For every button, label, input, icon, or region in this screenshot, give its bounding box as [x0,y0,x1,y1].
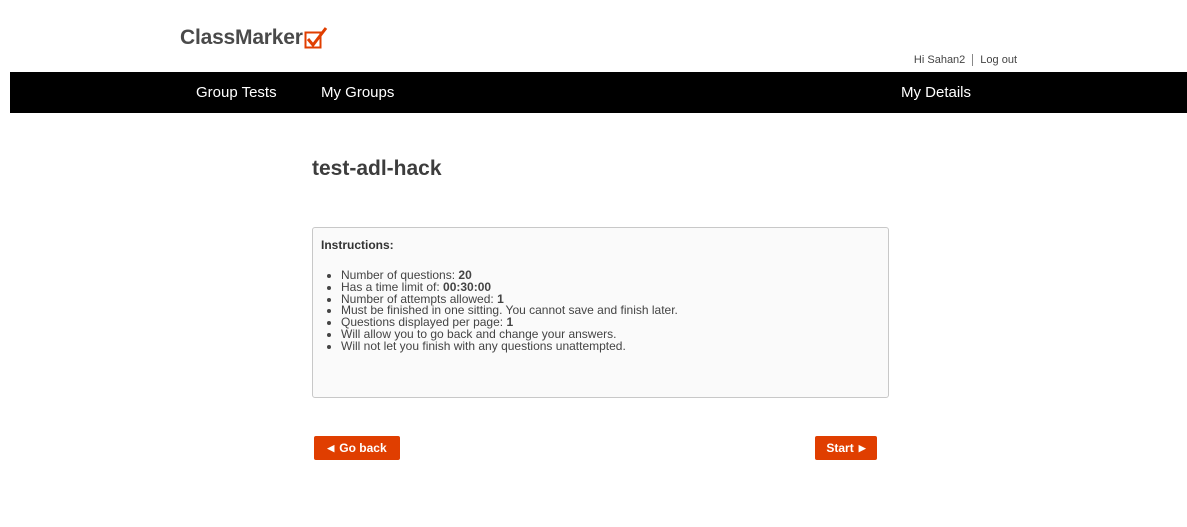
checkbox-check-icon [304,27,328,49]
userbar-divider [972,54,974,66]
instructions-heading: Instructions: [321,238,394,252]
nav-item-my-details[interactable]: My Details [901,72,971,113]
go-back-button[interactable]: ◀ Go back [314,436,400,460]
logout-link[interactable]: Log out [980,54,1017,66]
nav-item-group-tests[interactable]: Group Tests [196,72,277,113]
user-bar: Hi Sahan2 Log out [914,54,1017,66]
user-greeting: Hi Sahan2 [913,54,966,66]
go-back-label: Go back [339,441,387,455]
caret-left-icon: ◀ [327,442,335,453]
caret-right-icon: ▶ [858,442,866,453]
start-label: Start [826,441,854,455]
instructions-panel: Instructions: Number of questions: 20 Ha… [312,227,889,398]
logo[interactable]: ClassMarker [180,26,328,50]
main-nav: Group Tests My Groups My Details [10,72,1187,113]
logo-text: ClassMarker [180,26,303,49]
list-item: Will not let you finish with any questio… [341,338,880,353]
nav-item-my-groups[interactable]: My Groups [321,72,394,113]
start-button[interactable]: Start ▶ [815,436,877,460]
instructions-list: Number of questions: 20 Has a time limit… [321,269,880,353]
page-title: test-adl-hack [312,157,442,180]
list-item-text: Will not let you finish with any questio… [341,338,626,353]
